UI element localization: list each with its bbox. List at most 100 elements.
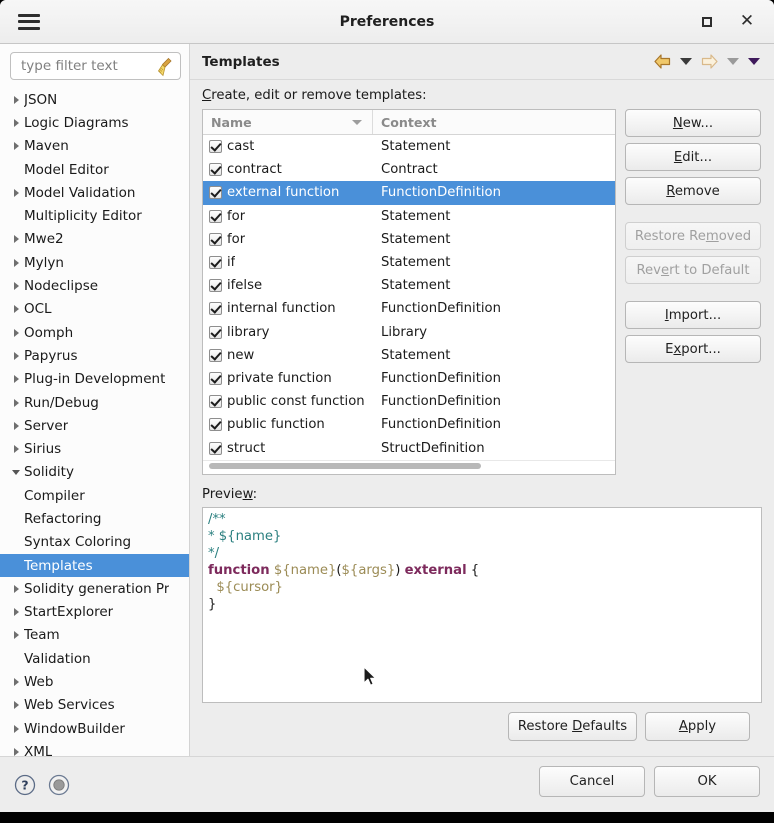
sidebar-item-oomph[interactable]: Oomph bbox=[0, 321, 189, 344]
chevron-down-icon[interactable] bbox=[8, 470, 24, 475]
sidebar-item-team[interactable]: Team bbox=[0, 624, 189, 647]
import-button[interactable]: Import... bbox=[625, 301, 761, 329]
table-hscrollbar-thumb[interactable] bbox=[209, 463, 481, 469]
row-checkbox[interactable] bbox=[209, 163, 222, 177]
table-row[interactable]: library Library bbox=[203, 321, 615, 344]
chevron-right-icon[interactable] bbox=[8, 305, 24, 313]
sidebar-item-web-services[interactable]: Web Services bbox=[0, 694, 189, 717]
row-checkbox[interactable] bbox=[209, 441, 222, 455]
row-checkbox[interactable] bbox=[209, 325, 222, 339]
table-row[interactable]: new Statement bbox=[203, 344, 615, 367]
sidebar-item-sirius[interactable]: Sirius bbox=[0, 437, 189, 460]
back-arrow-icon[interactable] bbox=[654, 54, 671, 69]
row-checkbox[interactable] bbox=[209, 186, 222, 200]
sidebar-item-web[interactable]: Web bbox=[0, 670, 189, 693]
chevron-right-icon[interactable] bbox=[8, 585, 24, 593]
sidebar-item-plug-in-development[interactable]: Plug-in Development bbox=[0, 368, 189, 391]
sidebar-item-model-editor[interactable]: Model Editor bbox=[0, 158, 189, 181]
filter-box[interactable] bbox=[10, 52, 181, 80]
sidebar-item-mylyn[interactable]: Mylyn bbox=[0, 251, 189, 274]
sidebar-item-validation[interactable]: Validation bbox=[0, 647, 189, 670]
edit-button[interactable]: Edit... bbox=[625, 143, 761, 171]
table-row[interactable]: contract Contract bbox=[203, 158, 615, 181]
help-icon[interactable]: ? bbox=[14, 774, 36, 796]
table-row[interactable]: ifelse Statement bbox=[203, 274, 615, 297]
broom-icon[interactable] bbox=[155, 57, 173, 77]
sidebar-item-mwe2[interactable]: Mwe2 bbox=[0, 228, 189, 251]
chevron-right-icon[interactable] bbox=[8, 235, 24, 243]
sidebar-item-server[interactable]: Server bbox=[0, 414, 189, 437]
row-checkbox[interactable] bbox=[209, 256, 222, 270]
ok-button[interactable]: OK bbox=[654, 766, 760, 797]
chevron-right-icon[interactable] bbox=[8, 329, 24, 337]
sidebar-item-ocl[interactable]: OCL bbox=[0, 298, 189, 321]
sidebar-item-xml[interactable]: XML bbox=[0, 740, 189, 756]
table-row[interactable]: private function FunctionDefinition bbox=[203, 367, 615, 390]
chevron-right-icon[interactable] bbox=[8, 725, 24, 733]
preview-pane[interactable]: /** * ${name} */ function ${name}(${args… bbox=[202, 507, 762, 703]
sidebar-item-papyrus[interactable]: Papyrus bbox=[0, 344, 189, 367]
chevron-right-icon[interactable] bbox=[8, 748, 24, 756]
chevron-right-icon[interactable] bbox=[8, 119, 24, 127]
row-checkbox[interactable] bbox=[209, 348, 222, 362]
back-history-chevron-down-icon[interactable] bbox=[680, 58, 692, 65]
chevron-right-icon[interactable] bbox=[8, 96, 24, 104]
sidebar-item-startexplorer[interactable]: StartExplorer bbox=[0, 601, 189, 624]
sidebar-item-nodeclipse[interactable]: Nodeclipse bbox=[0, 274, 189, 297]
filter-input[interactable] bbox=[19, 57, 172, 75]
chevron-right-icon[interactable] bbox=[8, 375, 24, 383]
row-checkbox[interactable] bbox=[209, 302, 222, 316]
sidebar-item-model-validation[interactable]: Model Validation bbox=[0, 181, 189, 204]
chevron-right-icon[interactable] bbox=[8, 352, 24, 360]
sidebar-item-multiplicity-editor[interactable]: Multiplicity Editor bbox=[0, 204, 189, 227]
sidebar-item-refactoring[interactable]: Refactoring bbox=[0, 507, 189, 530]
table-hscrollbar-track[interactable] bbox=[203, 460, 615, 474]
column-header-context[interactable]: Context bbox=[373, 110, 615, 134]
sidebar-item-run-debug[interactable]: Run/Debug bbox=[0, 391, 189, 414]
status-circle-icon[interactable] bbox=[48, 774, 70, 796]
chevron-right-icon[interactable] bbox=[8, 189, 24, 197]
restore-defaults-button[interactable]: Restore Defaults bbox=[508, 712, 637, 741]
row-checkbox[interactable] bbox=[209, 279, 222, 293]
table-row[interactable]: internal function FunctionDefinition bbox=[203, 297, 615, 320]
sidebar-item-logic-diagrams[interactable]: Logic Diagrams bbox=[0, 111, 189, 134]
chevron-right-icon[interactable] bbox=[8, 259, 24, 267]
table-row[interactable]: cast Statement bbox=[203, 135, 615, 158]
row-checkbox[interactable] bbox=[209, 371, 222, 385]
chevron-right-icon[interactable] bbox=[8, 399, 24, 407]
table-row[interactable]: struct StructDefinition bbox=[203, 436, 615, 459]
forward-arrow-icon[interactable] bbox=[701, 54, 718, 69]
sidebar-item-compiler[interactable]: Compiler bbox=[0, 484, 189, 507]
close-icon[interactable]: ✕ bbox=[738, 13, 756, 31]
export-button[interactable]: Export... bbox=[625, 335, 761, 363]
templates-table[interactable]: Name Context cast Statement contract Contra… bbox=[202, 109, 616, 475]
new-button[interactable]: New... bbox=[625, 109, 761, 137]
sidebar-item-solidity[interactable]: Solidity bbox=[0, 461, 189, 484]
sidebar-item-solidity-generation-pr[interactable]: Solidity generation Pr bbox=[0, 577, 189, 600]
sidebar-item-json[interactable]: JSON bbox=[0, 88, 189, 111]
chevron-right-icon[interactable] bbox=[8, 631, 24, 639]
sidebar-item-syntax-coloring[interactable]: Syntax Coloring bbox=[0, 531, 189, 554]
sidebar-item-maven[interactable]: Maven bbox=[0, 135, 189, 158]
row-checkbox[interactable] bbox=[209, 140, 222, 154]
view-menu-chevron-down-icon[interactable] bbox=[748, 58, 760, 65]
table-body[interactable]: cast Statement contract Contract external fu… bbox=[203, 135, 615, 460]
hamburger-menu-icon[interactable] bbox=[18, 13, 40, 30]
chevron-right-icon[interactable] bbox=[8, 282, 24, 290]
table-row[interactable]: for Statement bbox=[203, 228, 615, 251]
row-checkbox[interactable] bbox=[209, 418, 222, 432]
apply-button[interactable]: Apply bbox=[645, 712, 750, 741]
chevron-right-icon[interactable] bbox=[8, 142, 24, 150]
sidebar-item-templates[interactable]: Templates bbox=[0, 553, 189, 578]
table-row[interactable]: for Statement bbox=[203, 205, 615, 228]
sidebar-item-windowbuilder[interactable]: WindowBuilder bbox=[0, 717, 189, 740]
remove-button[interactable]: Remove bbox=[625, 177, 761, 205]
row-checkbox[interactable] bbox=[209, 209, 222, 223]
column-header-name[interactable]: Name bbox=[203, 110, 373, 134]
chevron-right-icon[interactable] bbox=[8, 445, 24, 453]
row-checkbox[interactable] bbox=[209, 232, 222, 246]
chevron-right-icon[interactable] bbox=[8, 608, 24, 616]
chevron-right-icon[interactable] bbox=[8, 701, 24, 709]
cancel-button[interactable]: Cancel bbox=[539, 766, 645, 797]
table-row[interactable]: public function FunctionDefinition bbox=[203, 413, 615, 436]
